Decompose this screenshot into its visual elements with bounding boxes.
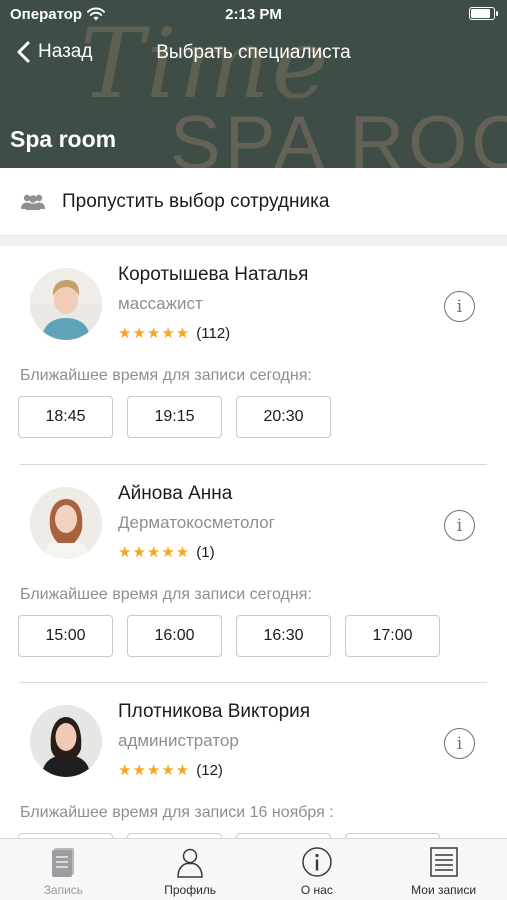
page-title: Выбрать специалиста xyxy=(156,42,351,63)
avatar xyxy=(30,705,102,777)
employee-card[interactable]: Коротышева Наталья массажист ★★★★★ (112)… xyxy=(0,246,507,464)
tab-about[interactable]: О нас xyxy=(254,839,381,900)
employee-name: Айнова Анна xyxy=(118,483,233,504)
tab-profile[interactable]: Профиль xyxy=(127,839,254,900)
avatar xyxy=(30,268,102,340)
slots-label: Ближайшее время для записи сегодня: xyxy=(20,586,312,603)
employee-card[interactable]: Айнова Анна Дерматокосметолог ★★★★★ (1) … xyxy=(18,464,487,682)
skip-employee-button[interactable]: Пропустить выбор сотрудника xyxy=(0,168,507,236)
employee-rating: ★★★★★ (1) xyxy=(118,543,215,562)
time-slot-button[interactable]: 15:00 xyxy=(18,615,113,657)
time-slots: 18:45 19:15 20:30 xyxy=(18,396,345,438)
skip-employee-label: Пропустить выбор сотрудника xyxy=(62,190,330,212)
avatar xyxy=(30,487,102,559)
tab-label: О нас xyxy=(300,883,333,897)
employee-name: Плотникова Виктория xyxy=(118,701,311,722)
time-slot-button[interactable]: 16:00 xyxy=(127,615,222,657)
logo-watermark: SPA ROOM xyxy=(170,101,507,168)
battery-icon xyxy=(469,7,498,20)
section-divider xyxy=(0,236,507,246)
time-slot-button[interactable]: 18:45 xyxy=(18,396,113,438)
tab-my-bookings[interactable]: Мои записи xyxy=(380,839,507,900)
employee-role: администратор xyxy=(118,731,239,750)
rating-stars: ★★★★★ xyxy=(118,762,191,779)
employee-list: Коротышева Наталья массажист ★★★★★ (112)… xyxy=(0,246,507,838)
time-slot-button[interactable]: 20:30 xyxy=(236,396,331,438)
tab-label: Запись xyxy=(43,883,84,897)
tab-label: Мои записи xyxy=(411,883,477,897)
time-slot-button[interactable]: 19:15 xyxy=(127,396,222,438)
header: Time SPA ROOM Оператор 2:13 PM Назад Выб… xyxy=(0,0,507,168)
employee-info-button[interactable]: i xyxy=(444,510,475,541)
employee-info-button[interactable]: i xyxy=(444,728,475,759)
tab-booking[interactable]: Запись xyxy=(0,839,127,900)
people-icon xyxy=(21,194,45,210)
review-count: (1) xyxy=(196,543,215,561)
employee-info-button[interactable]: i xyxy=(444,291,475,322)
status-time: 2:13 PM xyxy=(225,6,282,23)
salon-name: Spa room xyxy=(10,126,117,152)
time-slot-button[interactable]: 17:00 xyxy=(345,615,440,657)
review-count: (112) xyxy=(196,324,231,342)
employee-rating: ★★★★★ (112) xyxy=(118,324,231,343)
rating-stars: ★★★★★ xyxy=(118,325,191,342)
tab-label: Профиль xyxy=(164,883,217,897)
profile-icon xyxy=(177,848,203,878)
employee-card[interactable]: Плотникова Виктория администратор ★★★★★ … xyxy=(18,682,487,838)
review-count: (12) xyxy=(196,761,223,779)
employee-role: массажист xyxy=(118,294,203,313)
rating-stars: ★★★★★ xyxy=(118,544,191,561)
book-icon xyxy=(52,848,75,877)
employee-role: Дерматокосметолог xyxy=(118,513,275,532)
status-bar: Оператор 2:13 PM xyxy=(0,0,507,30)
slots-label: Ближайшее время для записи сегодня: xyxy=(20,367,312,384)
info-icon xyxy=(302,847,332,877)
slots-label: Ближайшее время для записи 16 ноября : xyxy=(20,804,334,821)
time-slot-button[interactable]: 16:30 xyxy=(236,615,331,657)
tab-bar: Запись Профиль О нас Мои записи xyxy=(0,838,507,900)
time-slots: 15:00 16:00 16:30 17:00 xyxy=(18,615,454,657)
list-icon xyxy=(429,847,458,877)
employee-rating: ★★★★★ (12) xyxy=(118,761,223,780)
employee-name: Коротышева Наталья xyxy=(118,264,309,285)
